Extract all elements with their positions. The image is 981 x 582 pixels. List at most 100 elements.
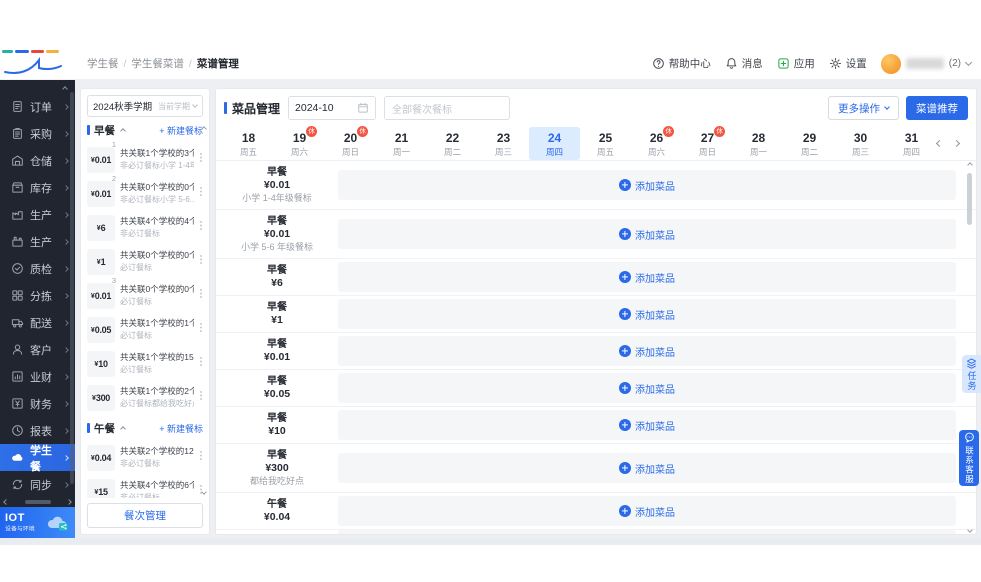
add-dish-button[interactable]: 添加菜品 xyxy=(619,504,675,519)
scroll-down-icon[interactable] xyxy=(966,527,973,533)
meal-standard-item[interactable]: 2 ¥0.01 共关联0个学校的0个班级 非必订餐标小学 5-6... xyxy=(87,174,203,209)
meal-row: 早餐 ¥0.05 添加菜品 xyxy=(216,370,976,407)
add-dish-button[interactable]: 添加菜品 xyxy=(619,307,675,322)
date-column[interactable]: 29 周二 xyxy=(784,127,835,160)
date-column[interactable]: 21 周一 xyxy=(376,127,427,160)
meal-time-manage-button[interactable]: 餐次管理 xyxy=(87,503,203,528)
sidebar-item[interactable]: 财务 xyxy=(0,390,75,417)
user-name-redacted xyxy=(905,58,944,69)
dates-next-icon[interactable] xyxy=(952,139,961,148)
add-dish-button[interactable]: 添加菜品 xyxy=(619,227,675,242)
sidebar-item[interactable]: 业财 xyxy=(0,363,75,390)
sidebar-item[interactable]: 生产 xyxy=(0,201,75,228)
date-column[interactable]: 30 周三 xyxy=(835,127,886,160)
meal-standard-panel: 2024秋季学期 当前学期 早餐 + 新建餐标 1 ¥0.01 共关联1个学校的… xyxy=(80,88,210,535)
date-column[interactable]: 23 周三 xyxy=(478,127,529,160)
semester-select[interactable]: 2024秋季学期 当前学期 xyxy=(87,95,203,117)
scroll-right-icon[interactable] xyxy=(66,499,72,505)
more-actions-button[interactable]: 更多操作 xyxy=(828,96,899,120)
breadcrumb-item[interactable]: 学生餐菜谱 / xyxy=(131,56,196,71)
meal-standard-item[interactable]: 1 ¥0.01 共关联1个学校的3个班级 非必订餐标小学 1-4年... xyxy=(87,140,203,175)
add-dish-button[interactable]: 添加菜品 xyxy=(619,461,675,476)
breadcrumb-item[interactable]: 菜谱管理/ xyxy=(197,56,239,71)
meal-standard-item[interactable]: ¥6 共关联4个学校的4个班级 非必订餐标 xyxy=(87,213,203,243)
add-dish-button[interactable]: 添加菜品 xyxy=(619,418,675,433)
date-column[interactable]: 19 休 周六 xyxy=(274,126,325,160)
recipe-recommend-button[interactable]: 菜谱推荐 xyxy=(906,96,968,120)
month-picker[interactable]: 2024-10 xyxy=(288,96,377,120)
more-options-icon[interactable] xyxy=(200,221,202,223)
date-column[interactable]: 28 周一 xyxy=(733,127,784,160)
task-float-tab[interactable]: 任务 xyxy=(962,355,981,393)
sidebar-item[interactable]: 分拣 xyxy=(0,282,75,309)
sidebar-item[interactable]: 同步 xyxy=(0,471,75,498)
new-meal-standard-link[interactable]: + 新建餐标 xyxy=(159,124,203,137)
date-column[interactable]: 20 休 周日 xyxy=(325,126,376,160)
more-options-icon[interactable] xyxy=(200,153,202,155)
sidebar-item[interactable]: 报表 xyxy=(0,417,75,444)
date-column[interactable]: 26 休 周六 xyxy=(631,126,682,160)
scrollbar-thumb[interactable] xyxy=(967,173,972,225)
new-meal-standard-link[interactable]: + 新建餐标 xyxy=(159,422,203,435)
count-badge: 3 xyxy=(111,276,116,285)
date-column[interactable]: 25 周五 xyxy=(580,127,631,160)
meal-standard-item[interactable]: ¥15 共关联4个学校的6个班级 非必订餐标 xyxy=(87,477,203,498)
meal-standard-item[interactable]: ¥10 共关联1个学校的15个班级 必订餐标 xyxy=(87,349,203,379)
topbar-action[interactable]: 帮助中心 xyxy=(652,56,711,71)
user-menu[interactable]: (2) xyxy=(880,53,973,74)
add-dish-button[interactable]: 添加菜品 xyxy=(619,344,675,359)
section-lunch-header[interactable]: 午餐 + 新建餐标 xyxy=(87,417,203,439)
breadcrumb-item[interactable]: 学生餐 / xyxy=(87,56,131,71)
sidebar-item[interactable]: 采购 xyxy=(0,120,75,147)
section-breakfast-header[interactable]: 早餐 + 新建餐标 xyxy=(87,119,203,141)
sidebar-item[interactable]: 库存 xyxy=(0,174,75,201)
meal-standard-list: 早餐 + 新建餐标 1 ¥0.01 共关联1个学校的3个班级 非必订餐标小学 1… xyxy=(87,119,203,498)
more-options-icon[interactable] xyxy=(200,255,202,257)
date-column[interactable]: 22 周二 xyxy=(427,127,478,160)
sidebar-item[interactable]: 生产 xyxy=(0,228,75,255)
more-options-icon[interactable] xyxy=(200,289,202,291)
sidebar-menu: 订单 采购 仓储 库存 生产 生产 质检 分拣 配送 客户 业财 财务 报表 学… xyxy=(0,80,75,498)
hscroll-thumb[interactable] xyxy=(24,500,51,504)
more-options-icon[interactable] xyxy=(200,187,202,189)
more-options-icon[interactable] xyxy=(200,391,202,393)
dates-prev-icon[interactable] xyxy=(935,139,944,148)
scroll-left-icon[interactable] xyxy=(3,499,9,505)
meal-filter-input[interactable]: 全部餐次餐标 xyxy=(384,96,511,120)
more-options-icon[interactable] xyxy=(200,323,202,325)
meal-standard-item[interactable]: ¥300 共关联1个学校的2个班级 必订餐标都给我吃好点 xyxy=(87,383,203,413)
meal-standard-item[interactable]: ¥0.04 共关联2个学校的12个班级 非必订餐标 xyxy=(87,443,203,473)
meal-row-label: 午餐 ¥0.04 xyxy=(263,499,291,523)
topbar-action[interactable]: 消息 xyxy=(725,56,763,71)
scroll-up-icon[interactable] xyxy=(966,162,973,168)
sidebar-item[interactable]: 质检 xyxy=(0,255,75,282)
add-dish-button[interactable]: 添加菜品 xyxy=(619,178,675,193)
count-badge: 2 xyxy=(111,174,116,183)
sidebar-item[interactable]: 订单 xyxy=(0,93,75,120)
more-options-icon[interactable] xyxy=(200,485,202,487)
date-column[interactable]: 31 周四 xyxy=(886,127,937,160)
support-float-tab[interactable]: 联系客服 xyxy=(959,430,979,486)
sidebar-item[interactable]: 仓储 xyxy=(0,147,75,174)
content-header: 菜品管理 2024-10 全部餐次餐标 更多操作 菜谱推荐 xyxy=(216,89,976,127)
date-column[interactable]: 24 周四 xyxy=(529,127,580,160)
meal-standard-item[interactable]: 3 ¥0.01 共关联0个学校的0个班级 必订餐标 xyxy=(87,276,203,311)
purchase-icon xyxy=(11,127,24,140)
sidebar-item[interactable]: 学生餐 xyxy=(0,444,75,473)
date-column[interactable]: 27 休 周日 xyxy=(682,126,733,160)
meal-standard-item[interactable]: ¥1 共关联0个学校的0个班级 必订餐标 xyxy=(87,247,203,277)
more-options-icon[interactable] xyxy=(200,451,202,453)
sidebar-item[interactable]: 配送 xyxy=(0,309,75,336)
chevron-right-icon xyxy=(63,103,69,110)
iot-widget[interactable]: IOT 设备与环境 xyxy=(0,507,75,538)
more-options-icon[interactable] xyxy=(200,357,202,359)
meal-standard-item[interactable]: ¥0.05 共关联1个学校的1个班级 必订餐标 xyxy=(87,315,203,345)
add-dish-button[interactable]: 添加菜品 xyxy=(619,381,675,396)
sidebar-scrollbar-thumb[interactable] xyxy=(70,92,74,484)
topbar-action[interactable]: 应用 xyxy=(777,56,815,71)
add-dish-button[interactable]: 添加菜品 xyxy=(619,270,675,285)
sidebar-item[interactable]: 客户 xyxy=(0,336,75,363)
topbar-action[interactable]: 设置 xyxy=(829,56,867,71)
plus-icon xyxy=(619,228,631,240)
date-column[interactable]: 18 周五 xyxy=(223,127,274,160)
